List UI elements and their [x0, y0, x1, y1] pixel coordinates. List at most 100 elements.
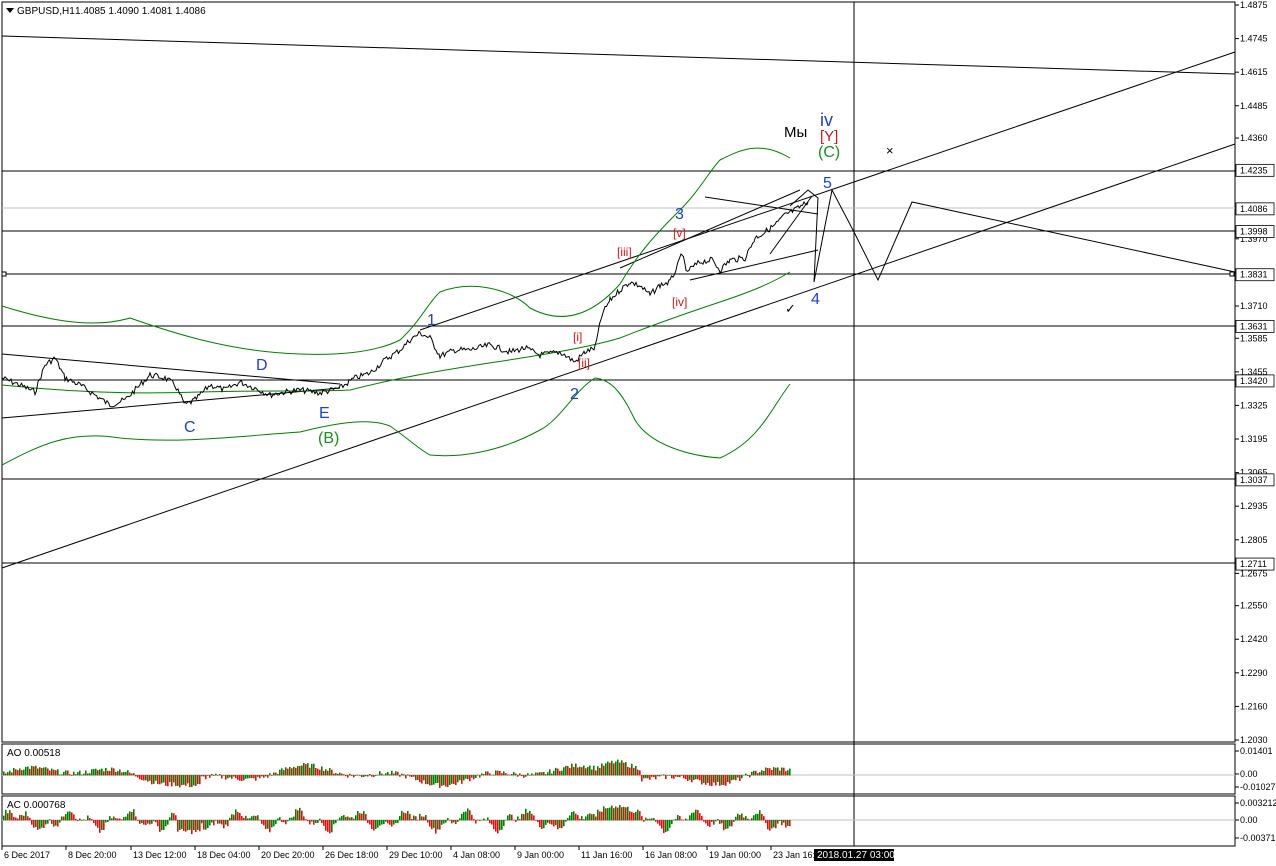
histogram-bar — [663, 774, 665, 776]
histogram-bar — [629, 767, 631, 776]
histogram-bar — [309, 820, 311, 825]
histogram-bar — [617, 807, 619, 821]
histogram-bar — [151, 775, 153, 785]
histogram-bar — [203, 820, 205, 830]
histogram-bar — [541, 772, 543, 776]
histogram-bar — [187, 775, 189, 784]
histogram-bar — [457, 775, 459, 783]
histogram-bar — [425, 775, 427, 785]
histogram-bar — [37, 768, 39, 776]
histogram-bar — [295, 809, 297, 821]
histogram-bar — [421, 816, 423, 821]
histogram-bar — [635, 765, 637, 776]
chart-canvas[interactable]: 1 2 3 4 5 C D E (B) (C) iv [Y] Мы [i] [i… — [0, 0, 1276, 866]
histogram-bar — [87, 773, 89, 776]
histogram-bar — [535, 772, 537, 776]
histogram-bar — [717, 775, 719, 782]
histogram-bar — [783, 820, 785, 823]
histogram-bar — [515, 820, 517, 822]
time-tick-label: 20 Dec 20:00 — [261, 850, 315, 860]
histogram-bar — [179, 775, 181, 788]
histogram-bar — [495, 820, 497, 832]
histogram-bar — [721, 820, 723, 824]
histogram-bar — [479, 820, 481, 821]
histogram-bar — [607, 808, 609, 821]
histogram-bar — [61, 774, 63, 776]
histogram-bar — [33, 766, 35, 776]
histogram-bar — [419, 813, 421, 821]
histogram-bar — [147, 775, 149, 782]
histogram-bar — [599, 811, 601, 821]
histogram-bar — [267, 820, 269, 829]
histogram-bar — [69, 774, 71, 776]
price-tick-label: 1.2290 — [1240, 668, 1268, 678]
histogram-bar — [357, 811, 359, 821]
histogram-bar — [99, 820, 101, 833]
time-tick-label: 11 Jan 16:00 — [581, 850, 632, 860]
histogram-bar — [55, 770, 57, 776]
histogram-bar — [543, 820, 545, 829]
histogram-bar — [467, 775, 469, 780]
level-handle-left[interactable] — [1, 271, 7, 277]
histogram-bar — [405, 813, 407, 821]
histogram-bar — [587, 814, 589, 821]
histogram-bar — [227, 775, 229, 779]
histogram-bar — [649, 818, 651, 821]
histogram-bar — [669, 775, 671, 776]
histogram-bar — [413, 775, 415, 777]
histogram-bar — [627, 766, 629, 776]
histogram-bar — [183, 775, 185, 785]
histogram-bar — [143, 820, 145, 825]
histogram-bar — [773, 767, 775, 776]
histogram-bar — [341, 815, 343, 821]
histogram-bar — [103, 820, 105, 831]
histogram-bar — [153, 820, 155, 822]
histogram-bar — [583, 819, 585, 821]
histogram-bar — [233, 775, 235, 777]
level-handle-right[interactable] — [1229, 271, 1235, 277]
histogram-bar — [411, 775, 413, 777]
histogram-bar — [171, 812, 173, 821]
histogram-bar — [491, 820, 493, 825]
histogram-bar — [41, 820, 43, 828]
ohlc-label: 1.4085 1.4090 1.4081 1.4086 — [75, 6, 206, 17]
histogram-bar — [737, 813, 739, 821]
band-middle — [1, 271, 791, 394]
histogram-bar — [379, 820, 381, 826]
histogram-bar — [533, 815, 535, 821]
histogram-bar — [19, 768, 21, 776]
histogram-bar — [639, 811, 641, 821]
price-tick-label: 1.4360 — [1240, 133, 1268, 143]
histogram-bar — [125, 816, 127, 821]
wave-label-2: 2 — [570, 386, 579, 403]
histogram-bar — [693, 812, 695, 821]
histogram-bar — [385, 773, 387, 776]
histogram-bar — [163, 775, 165, 783]
histogram-bar — [365, 775, 367, 777]
histogram-bar — [503, 771, 505, 776]
histogram-bar — [433, 820, 435, 828]
histogram-bar — [377, 820, 379, 828]
histogram-bar — [351, 817, 353, 821]
wave-label-i-red: [i] — [573, 330, 582, 344]
histogram-bar — [127, 770, 129, 776]
histogram-bar — [785, 820, 787, 828]
histogram-bar — [69, 811, 71, 821]
histogram-bar — [397, 820, 399, 823]
histogram-bar — [423, 775, 425, 781]
histogram-bar — [301, 810, 303, 821]
histogram-bar — [745, 816, 747, 821]
collapse-triangle-icon[interactable] — [6, 8, 14, 13]
histogram-bar — [27, 816, 29, 821]
level-price-label: 1.3831 — [1240, 270, 1268, 280]
time-tick-label: 4 Jan 08:00 — [453, 850, 500, 860]
histogram-bar — [17, 818, 19, 821]
histogram-bar — [139, 775, 141, 780]
histogram-bar — [631, 811, 633, 821]
histogram-bar — [719, 820, 721, 824]
histogram-bar — [141, 775, 143, 781]
histogram-bar — [677, 815, 679, 821]
histogram-bar — [321, 766, 323, 776]
ao-axis: 0.01401 0.00 -0.01027 — [1235, 746, 1276, 792]
histogram-bar — [525, 808, 527, 821]
